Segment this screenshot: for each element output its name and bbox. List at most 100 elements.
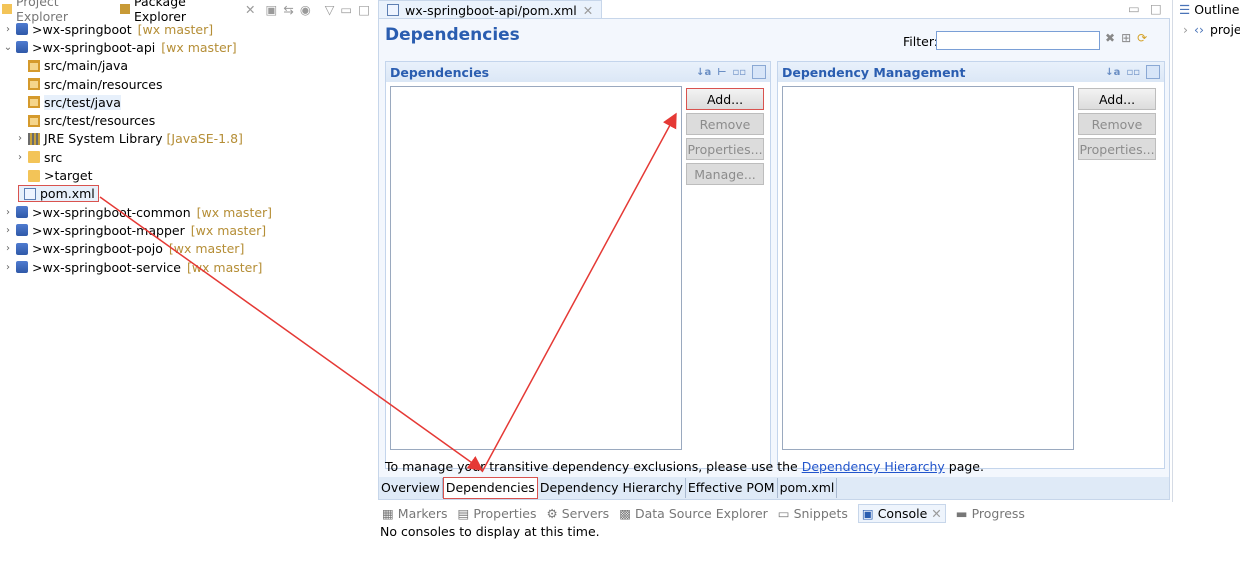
dependencies-header: Dependencies ↓a ⊢ ▫▫ bbox=[386, 62, 770, 82]
dependencies-list[interactable] bbox=[390, 86, 682, 450]
tree-item-wx-springboot[interactable]: › > wx-springboot [wx master] bbox=[0, 20, 370, 38]
sort-icon[interactable]: ↓a bbox=[1105, 67, 1120, 78]
expand-icon[interactable]: › bbox=[14, 152, 26, 163]
filter-input[interactable] bbox=[936, 31, 1100, 50]
hierarchy-icon[interactable]: ⊢ bbox=[717, 67, 726, 78]
bottom-panel: ▦ Markers ▤ Properties ⚙ Servers ▩ Data … bbox=[378, 502, 1240, 561]
filter-tools: ✖ ⊞ ⟳ bbox=[1105, 31, 1147, 45]
folder-icon bbox=[28, 151, 40, 164]
tree-item-wx-springboot-pojo[interactable]: › > wx-springboot-pojo [wx master] bbox=[0, 240, 370, 258]
editor-body: Dependencies Filter: ✖ ⊞ ⟳ Dependencies … bbox=[378, 18, 1170, 500]
tab-dependency-hierarchy[interactable]: Dependency Hierarchy bbox=[538, 478, 686, 498]
expand-icon[interactable]: › bbox=[2, 225, 14, 236]
remove-dependency-button[interactable]: Remove bbox=[686, 113, 764, 135]
focus-icon[interactable]: ◉ bbox=[300, 2, 311, 17]
tree-item-src-main-resources[interactable]: src/main/resources bbox=[0, 75, 370, 93]
tree-item-wx-springboot-api[interactable]: ⌄ > wx-springboot-api [wx master] bbox=[0, 38, 370, 56]
expand-icon[interactable]: › bbox=[1183, 22, 1188, 502]
tree-item-wx-springboot-common[interactable]: › > wx-springboot-common [wx master] bbox=[0, 203, 370, 221]
package-explorer-panel: Project Explorer Package Explorer ✕ ▣ ⇆ … bbox=[0, 0, 370, 561]
tab-markers[interactable]: ▦ Markers bbox=[382, 506, 448, 521]
tree-item-pom-xml[interactable]: pom.xml bbox=[0, 185, 370, 203]
expand-icon[interactable]: › bbox=[14, 133, 26, 144]
sort-icon[interactable]: ↓a bbox=[696, 67, 711, 78]
xml-file-icon bbox=[387, 4, 399, 16]
manage-dependency-button[interactable]: Manage... bbox=[686, 163, 764, 185]
source-folder-icon bbox=[28, 114, 40, 127]
filter-toggle-icon[interactable] bbox=[752, 65, 766, 79]
project-tree: › > wx-springboot [wx master] ⌄ > wx-spr… bbox=[0, 20, 370, 276]
tab-data-source-explorer[interactable]: ▩ Data Source Explorer bbox=[619, 506, 768, 521]
project-icon bbox=[16, 206, 28, 219]
dependency-management-list[interactable] bbox=[782, 86, 1074, 450]
console-message: No consoles to display at this time. bbox=[380, 524, 600, 539]
expand-icon[interactable]: › bbox=[2, 262, 14, 273]
outline-item[interactable]: proje bbox=[1210, 22, 1240, 502]
project-icon bbox=[16, 242, 28, 255]
remove-managed-dependency-button[interactable]: Remove bbox=[1078, 113, 1156, 135]
source-folder-icon bbox=[28, 59, 40, 72]
close-icon[interactable]: ✕ bbox=[583, 3, 593, 18]
outline-panel: ☰ Outline › ‹› proje bbox=[1172, 0, 1240, 561]
xml-file-icon bbox=[24, 187, 36, 200]
add-dependency-button[interactable]: Add... bbox=[686, 88, 764, 110]
tab-overview[interactable]: Overview bbox=[379, 478, 443, 498]
maximize-icon[interactable]: □ bbox=[358, 2, 370, 17]
editor-page-tabs: Overview Dependencies Dependency Hierarc… bbox=[379, 477, 1169, 499]
exclusions-info: To manage your transitive dependency exc… bbox=[385, 459, 984, 474]
properties-dependency-button[interactable]: Properties... bbox=[686, 138, 764, 160]
pom-highlight-box: pom.xml bbox=[18, 185, 99, 203]
refresh-icon[interactable]: ⟳ bbox=[1137, 31, 1147, 45]
group-icon[interactable]: ▫▫ bbox=[1126, 67, 1140, 78]
tree-item-target[interactable]: > target bbox=[0, 166, 370, 184]
project-icon bbox=[16, 41, 28, 54]
minimize-icon[interactable]: ▭ bbox=[1128, 1, 1140, 16]
left-tabbar: Project Explorer Package Explorer ✕ ▣ ⇆ … bbox=[0, 0, 370, 24]
properties-managed-dependency-button[interactable]: Properties... bbox=[1078, 138, 1156, 160]
tab-progress[interactable]: ▬ Progress bbox=[956, 506, 1025, 521]
expand-icon[interactable]: › bbox=[2, 243, 14, 254]
outline-tree: › ‹› proje bbox=[1172, 18, 1240, 502]
editor-tab[interactable]: wx-springboot-api/pom.xml ✕ bbox=[378, 0, 603, 19]
collapse-icon[interactable]: ⌄ bbox=[2, 42, 14, 53]
tab-console[interactable]: ▣ Console ✕ bbox=[857, 503, 946, 523]
tree-item-src-test-java[interactable]: src/test/java bbox=[0, 93, 370, 111]
filter-toggle-icon[interactable] bbox=[1146, 65, 1160, 79]
dependencies-section: Dependencies ↓a ⊢ ▫▫ Add... Remove Prope… bbox=[385, 61, 771, 469]
tab-properties[interactable]: ▤ Properties bbox=[458, 506, 537, 521]
collapse-all-icon[interactable]: ▣ bbox=[266, 2, 278, 17]
add-managed-dependency-button[interactable]: Add... bbox=[1078, 88, 1156, 110]
dependencies-toolbar: ↓a ⊢ ▫▫ bbox=[696, 65, 766, 79]
tab-servers[interactable]: ⚙ Servers bbox=[547, 506, 610, 521]
dependency-hierarchy-link[interactable]: Dependency Hierarchy bbox=[802, 459, 945, 474]
outline-icon: ☰ bbox=[1179, 1, 1191, 17]
outline-tab[interactable]: ☰ Outline bbox=[1172, 0, 1240, 18]
project-icon bbox=[16, 23, 28, 36]
project-icon bbox=[16, 224, 28, 237]
maximize-icon[interactable]: □ bbox=[1150, 1, 1162, 16]
tab-pom-xml[interactable]: pom.xml bbox=[778, 478, 838, 498]
expand-icon[interactable]: › bbox=[2, 207, 14, 218]
page-title: Dependencies bbox=[385, 25, 520, 45]
tree-item-src-test-resources[interactable]: src/test/resources bbox=[0, 111, 370, 129]
clear-filter-icon[interactable]: ✖ bbox=[1105, 31, 1115, 45]
close-icon[interactable]: ✕ bbox=[931, 506, 941, 521]
tree-item-src-main-java[interactable]: src/main/java bbox=[0, 57, 370, 75]
save-icon[interactable]: ⊞ bbox=[1121, 31, 1131, 45]
library-icon bbox=[28, 132, 40, 145]
console-icon: ▣ bbox=[861, 505, 874, 521]
tree-item-src[interactable]: › src bbox=[0, 148, 370, 166]
view-menu-icon[interactable]: ▽ bbox=[325, 2, 335, 17]
expand-icon[interactable]: › bbox=[2, 24, 14, 35]
tab-effective-pom[interactable]: Effective POM bbox=[686, 478, 778, 498]
tree-item-wx-springboot-service[interactable]: › > wx-springboot-service [wx master] bbox=[0, 258, 370, 276]
link-editor-icon[interactable]: ⇆ bbox=[283, 2, 293, 17]
tree-item-jre-library[interactable]: › JRE System Library [JavaSE-1.8] bbox=[0, 130, 370, 148]
group-icon[interactable]: ▫▫ bbox=[732, 67, 746, 78]
minimize-icon[interactable]: ▭ bbox=[340, 2, 352, 17]
xml-tag-icon: ‹› bbox=[1194, 22, 1204, 37]
close-icon[interactable]: ✕ bbox=[245, 2, 255, 17]
tab-snippets[interactable]: ▭ Snippets bbox=[778, 506, 848, 521]
tab-dependencies[interactable]: Dependencies bbox=[442, 477, 538, 499]
tree-item-wx-springboot-mapper[interactable]: › > wx-springboot-mapper [wx master] bbox=[0, 221, 370, 239]
